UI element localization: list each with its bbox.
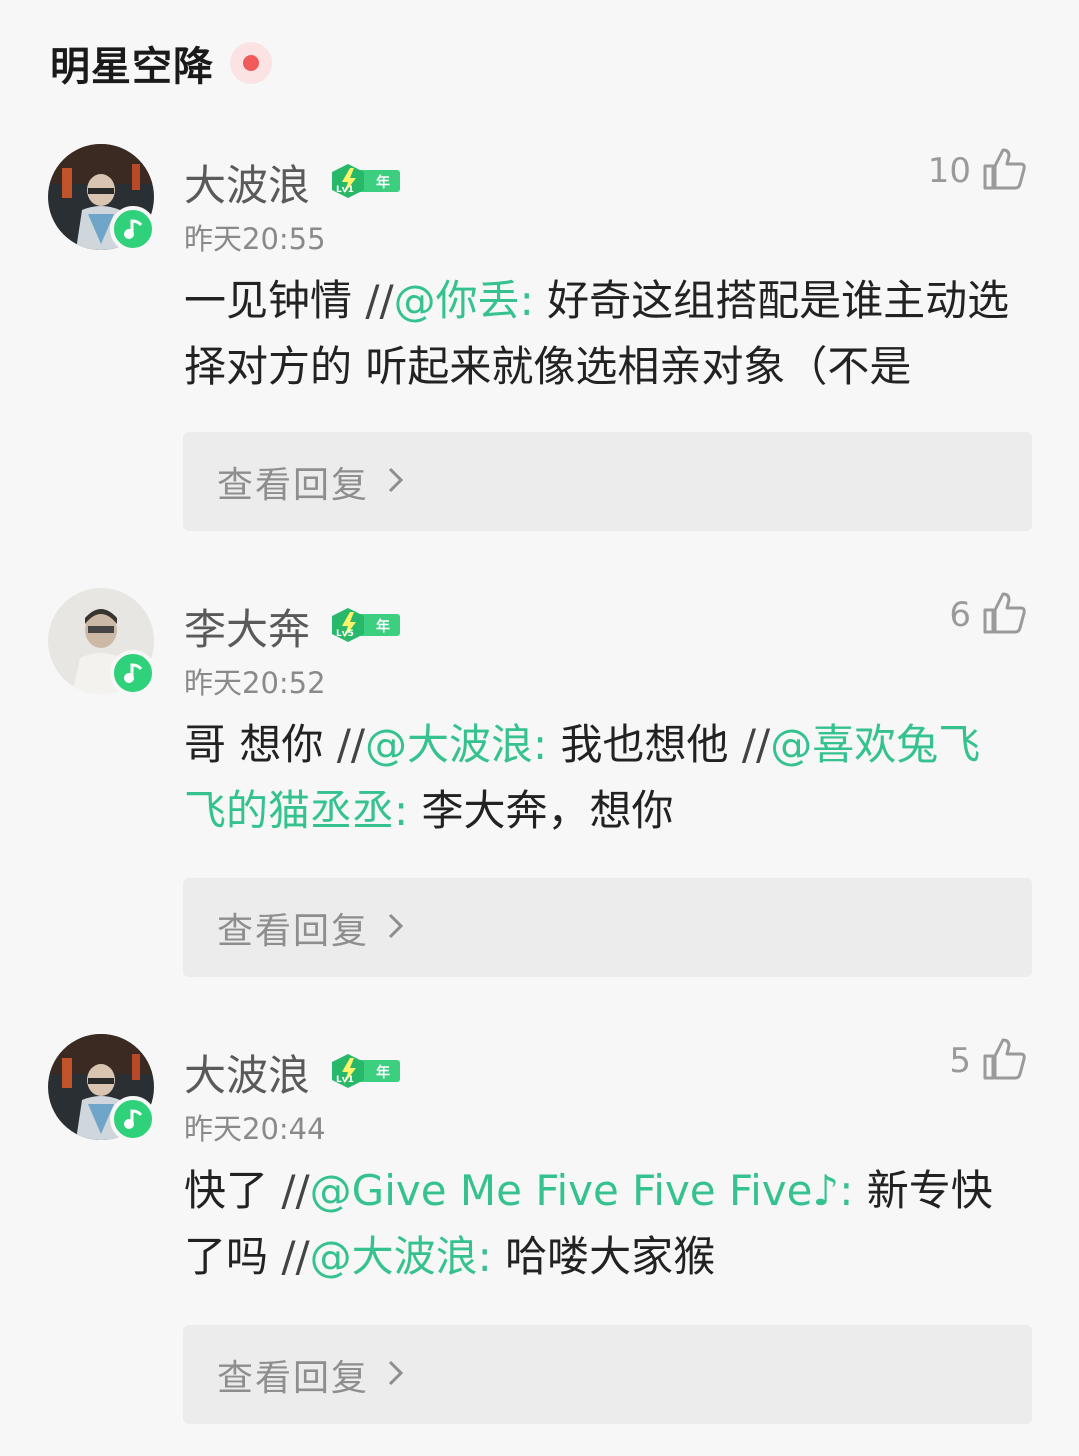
avatar[interactable] [48, 1034, 156, 1142]
section-title: 明星空降 [50, 44, 214, 90]
text-segment: // [336, 720, 366, 769]
svg-text:Lv1: Lv1 [336, 1075, 354, 1085]
comment-time: 昨天20:52 [184, 666, 326, 700]
view-replies-label: 查看回复 [217, 464, 370, 506]
like-icon [981, 590, 1027, 640]
level-badge-icon: Lv1 年 [328, 1053, 401, 1092]
like-button[interactable]: 10 [928, 146, 1027, 196]
comment-body: 一见钟情 //@你丢: 好奇这组搭配是谁主动选择对方的 听起来就像选相亲对象（不… [184, 268, 1014, 400]
comment-body: 哥 想你 //@大波浪: 我也想他 //@喜欢兔飞飞的猫丞丞: 李大奔，想你 [184, 712, 1014, 844]
chevron-right-icon [387, 911, 405, 945]
text-segment: 哈喽大家猴 [491, 1232, 716, 1281]
text-segment: // [741, 720, 771, 769]
view-replies-button[interactable]: 查看回复 [183, 1325, 1032, 1424]
live-indicator-icon [230, 42, 272, 84]
mention-link[interactable]: @大波浪: [310, 1232, 492, 1281]
like-icon [981, 1036, 1027, 1086]
text-segment: 我也想他 [547, 720, 742, 769]
username[interactable]: 大波浪 [184, 152, 310, 213]
mention-link[interactable]: @你丢: [394, 276, 534, 325]
svg-text:年: 年 [376, 618, 390, 635]
mention-link[interactable]: @大波浪: [365, 720, 547, 769]
level-badge-icon: Lv5 年 [328, 607, 401, 646]
svg-text:年: 年 [376, 174, 390, 191]
text-segment: 一见钟情 [184, 276, 366, 325]
music-note-icon [110, 650, 156, 696]
like-button[interactable]: 5 [949, 1036, 1027, 1086]
text-segment: // [281, 1166, 310, 1215]
view-replies-label: 查看回复 [217, 910, 370, 952]
music-note-icon [110, 1096, 156, 1142]
like-button[interactable]: 6 [949, 590, 1027, 640]
comment-body: 快了 //@Give Me Five Five Five♪: 新专快了吗 //@… [184, 1158, 1014, 1290]
text-segment: // [281, 1232, 310, 1281]
text-segment: 李大奔，想你 [408, 786, 674, 835]
text-segment: 快了 [184, 1166, 282, 1215]
chevron-right-icon [387, 1358, 405, 1392]
section-header: 明星空降 [50, 34, 272, 92]
like-count: 5 [949, 1041, 971, 1081]
view-replies-button[interactable]: 查看回复 [183, 432, 1032, 531]
svg-text:Lv5: Lv5 [336, 629, 354, 639]
comment-time: 昨天20:55 [184, 222, 326, 256]
mention-link[interactable]: @Give Me Five Five Five♪: [310, 1166, 854, 1215]
like-count: 10 [927, 151, 971, 191]
chevron-right-icon [387, 465, 405, 499]
username[interactable]: 大波浪 [184, 1042, 310, 1103]
svg-text:Lv1: Lv1 [336, 185, 354, 195]
like-count: 6 [949, 595, 971, 635]
avatar[interactable] [48, 588, 156, 696]
music-note-icon [110, 206, 156, 252]
level-badge-icon: Lv1 年 [328, 163, 401, 202]
text-segment: 哥 想你 [184, 720, 337, 769]
like-icon [981, 146, 1027, 196]
svg-text:年: 年 [376, 1064, 390, 1081]
view-replies-label: 查看回复 [217, 1357, 370, 1399]
comment-time: 昨天20:44 [184, 1112, 326, 1146]
text-segment: // [365, 276, 394, 325]
avatar[interactable] [48, 144, 156, 252]
view-replies-button[interactable]: 查看回复 [183, 878, 1032, 977]
username[interactable]: 李大奔 [184, 596, 310, 657]
